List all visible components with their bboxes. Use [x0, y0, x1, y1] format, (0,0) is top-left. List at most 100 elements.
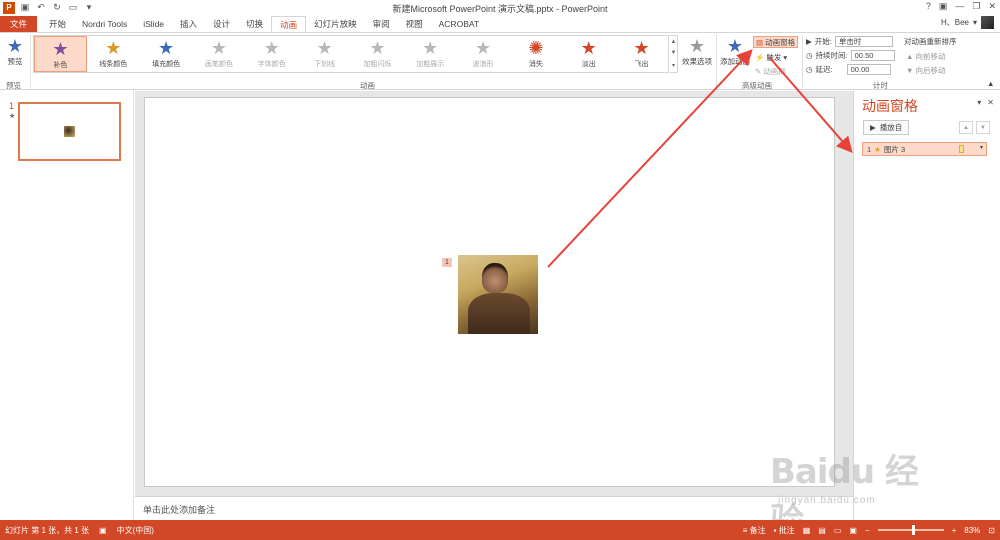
animation-pane-button[interactable]: ▤ 动画窗格: [753, 36, 799, 48]
tab-islide[interactable]: iSlide: [135, 16, 172, 32]
duration-input[interactable]: 00.50: [850, 49, 895, 61]
animation-effect-9[interactable]: ✺ 消失: [509, 36, 562, 72]
minimize-button[interactable]: —: [955, 1, 964, 12]
animation-order-tag[interactable]: 1: [442, 258, 452, 267]
zoom-out-icon[interactable]: −: [865, 526, 870, 535]
effect-options-label: 效果选项: [682, 57, 712, 66]
animation-effect-10[interactable]: ★ 淡出: [562, 36, 615, 72]
gallery-more-icon[interactable]: ▾: [672, 62, 675, 69]
tab-review[interactable]: 审阅: [365, 16, 398, 32]
user-dropdown-icon[interactable]: ▾: [973, 18, 977, 27]
move-down-icon[interactable]: ▼: [976, 121, 990, 134]
tab-design[interactable]: 设计: [205, 16, 238, 32]
trigger-button[interactable]: ⚡ 触发 ▾: [755, 51, 787, 63]
help-button[interactable]: ?: [926, 1, 931, 12]
close-icon[interactable]: ✕: [987, 98, 994, 107]
tab-nordri-tools[interactable]: Nordri Tools: [74, 16, 135, 32]
move-earlier-button[interactable]: ▲ 向前移动: [906, 51, 946, 62]
tab-transitions[interactable]: 切换: [238, 16, 271, 32]
tab-acrobat[interactable]: ACROBAT: [431, 16, 487, 32]
tab-insert[interactable]: 插入: [172, 16, 205, 32]
pane-options-icon[interactable]: ▾: [977, 98, 981, 107]
tab-view[interactable]: 视图: [398, 16, 431, 32]
notes-button[interactable]: ≡ 备注: [743, 525, 766, 536]
animation-effect-5[interactable]: ★ 下划线: [298, 36, 351, 72]
move-up-icon[interactable]: ▲: [959, 121, 973, 134]
animation-effect-7[interactable]: ★ 加粗展示: [404, 36, 457, 72]
move-earlier-label: 向前移动: [915, 52, 946, 61]
move-later-button[interactable]: ▼ 向后移动: [906, 65, 946, 76]
start-label: 开始:: [814, 36, 832, 46]
zoom-level[interactable]: 83%: [964, 526, 980, 535]
redo-icon[interactable]: ↻: [51, 2, 63, 14]
animation-effect-1[interactable]: ★ 线条颜色: [87, 36, 140, 72]
spellcheck-icon[interactable]: ▣: [99, 526, 107, 535]
undo-icon[interactable]: ↶: [35, 2, 47, 14]
restore-button[interactable]: ❐: [972, 1, 980, 12]
customize-qat-icon[interactable]: ▾: [83, 2, 95, 14]
animation-effect-3[interactable]: ★ 画笔颜色: [193, 36, 246, 72]
animation-effect-label: 线条颜色: [99, 61, 128, 68]
animation-effect-label: 填充颜色: [152, 61, 181, 68]
slide-canvas[interactable]: 1: [144, 97, 835, 487]
close-button[interactable]: ✕: [988, 1, 996, 12]
play-from-button[interactable]: ▶ 播放自: [863, 120, 910, 135]
start-from-beginning-icon[interactable]: ▭: [67, 2, 79, 14]
animation-effect-4[interactable]: ★ 字体颜色: [245, 36, 298, 72]
animation-effect-0[interactable]: ★ 补色: [34, 36, 87, 72]
reading-view-icon[interactable]: ▭: [834, 526, 842, 535]
up-arrow-icon: ▲: [906, 52, 916, 61]
ribbon-display-options-icon[interactable]: ▣: [939, 1, 948, 12]
animation-effect-label: 波浪形: [472, 61, 494, 68]
pane-controls: ▾ ✕: [977, 98, 994, 107]
gallery-scrollbar[interactable]: ▲ ▼ ▾: [670, 35, 678, 73]
window-title: 新建Microsoft PowerPoint 演示文稿.pptx - Power…: [392, 4, 608, 14]
clock-icon: ◷: [806, 64, 813, 74]
start-select[interactable]: 单击时: [834, 35, 893, 47]
ribbon-tabs: 文件 开始 Nordri Tools iSlide 插入 设计 切换 动画 幻灯…: [0, 15, 1000, 32]
notes-pane[interactable]: 单击此处添加备注: [135, 496, 853, 520]
zoom-in-icon[interactable]: +: [952, 526, 957, 535]
normal-view-icon[interactable]: ▦: [803, 526, 811, 535]
fit-to-window-icon[interactable]: ⊡: [988, 526, 995, 535]
effect-options-button[interactable]: ★ 效果选项: [680, 36, 714, 67]
add-animation-star-icon: ★: [726, 36, 744, 56]
tab-animations[interactable]: 动画: [271, 16, 307, 32]
gallery-down-icon[interactable]: ▼: [671, 50, 677, 56]
powerpoint-logo-icon: P: [3, 1, 15, 14]
user-account[interactable]: H、Bee ▾: [941, 16, 994, 29]
animation-pane-label: 动画窗格: [765, 37, 796, 47]
animation-effect-6[interactable]: ★ 加粗闪烁: [351, 36, 404, 72]
animation-effect-11[interactable]: ★ 飞出: [615, 36, 668, 72]
preview-label: 预览: [7, 57, 23, 66]
animation-effect-8[interactable]: ★ 波浪形: [457, 36, 510, 72]
start-field: ▶ 开始: 单击时: [806, 35, 893, 47]
tab-slideshow[interactable]: 幻灯片放映: [306, 16, 365, 32]
tab-home[interactable]: 开始: [41, 16, 74, 32]
gallery-up-icon[interactable]: ▲: [671, 39, 677, 45]
animation-painter-button[interactable]: ✎ 动画刷: [755, 65, 786, 77]
preview-button[interactable]: ★ 预览: [2, 36, 28, 67]
slide-picture[interactable]: [458, 255, 538, 334]
animation-effect-label: 消失: [528, 61, 543, 68]
zoom-slider-thumb[interactable]: [911, 525, 915, 535]
chevron-down-icon[interactable]: ▾: [980, 144, 983, 151]
comments-button[interactable]: ▪ 批注: [774, 525, 795, 536]
tab-file[interactable]: 文件: [0, 16, 38, 32]
language-indicator[interactable]: 中文(中国): [117, 525, 154, 536]
animation-list-item[interactable]: 1 ★ 图片 3 ▾: [862, 142, 987, 156]
slideshow-icon[interactable]: ▣: [849, 526, 857, 535]
slide-sorter-icon[interactable]: ▤: [818, 526, 826, 535]
picture-figure-body: [468, 293, 530, 334]
animation-effect-2[interactable]: ★ 填充颜色: [140, 36, 193, 72]
delay-input[interactable]: 00.00: [846, 63, 891, 75]
slide-thumbnails-pane: 1 ★: [0, 91, 134, 520]
add-animation-button[interactable]: ★ 添加动画: [719, 36, 751, 67]
animation-effect-label: 画笔颜色: [204, 61, 233, 68]
slide-thumbnail[interactable]: [18, 102, 121, 161]
item-index: 1: [867, 144, 872, 154]
zoom-slider[interactable]: [877, 525, 944, 535]
save-icon[interactable]: ▣: [19, 2, 31, 14]
collapse-ribbon-icon[interactable]: ▲: [987, 77, 994, 89]
avatar[interactable]: [981, 16, 994, 29]
